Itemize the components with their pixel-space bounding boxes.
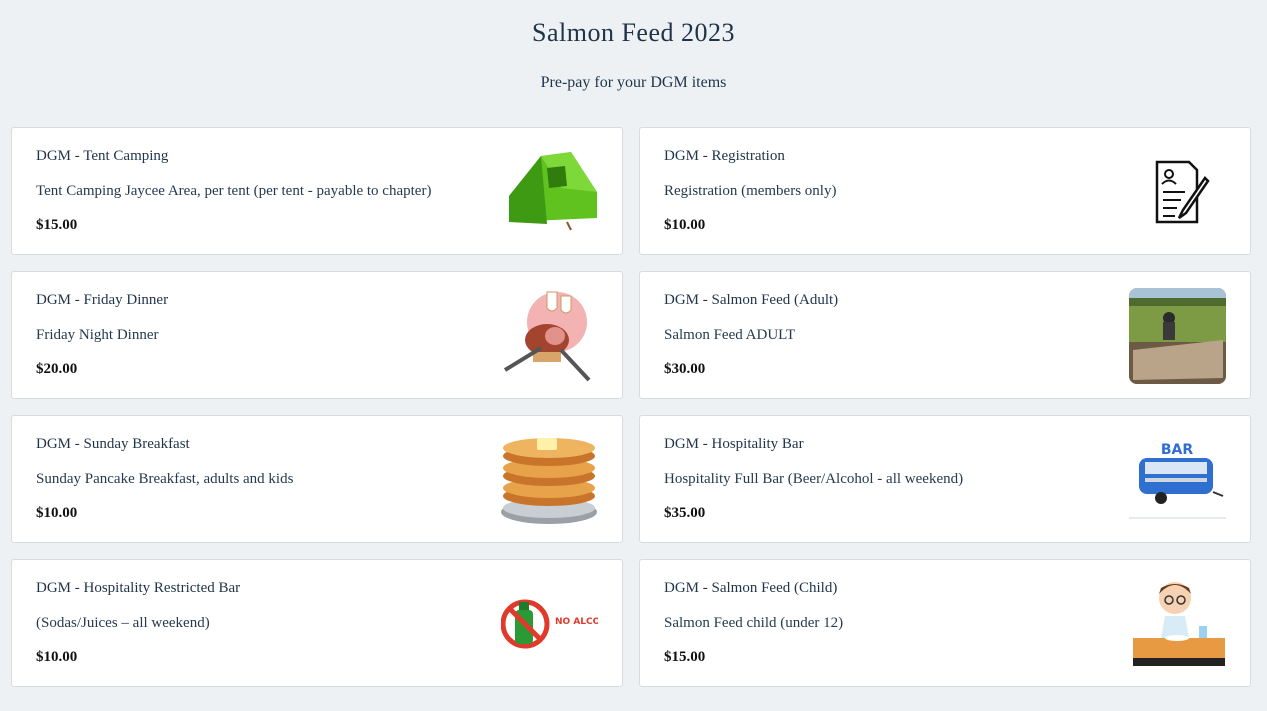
product-description: Tent Camping Jaycee Area, per tent (per …	[36, 183, 432, 199]
product-name: DGM - Hospitality Bar	[664, 436, 804, 452]
bar-sign-text: BAR	[1161, 442, 1194, 458]
product-price: $35.00	[664, 505, 706, 521]
child-eating-icon	[1129, 576, 1226, 672]
product-description: (Sodas/Juices – all weekend)	[36, 615, 210, 631]
product-card-registration[interactable]: DGM - Registration Registration (members…	[639, 127, 1251, 255]
product-name: DGM - Salmon Feed (Adult)	[664, 292, 839, 308]
product-name: DGM - Tent Camping	[36, 148, 169, 164]
product-description: Salmon Feed ADULT	[664, 327, 796, 343]
page: Salmon Feed 2023 Pre-pay for your DGM it…	[0, 0, 1267, 711]
product-description: Registration (members only)	[664, 183, 837, 199]
product-price: $15.00	[36, 217, 78, 233]
registration-form-icon	[1129, 144, 1226, 240]
product-card-salmon-feed-child[interactable]: DGM - Salmon Feed (Child) Salmon Feed ch…	[639, 559, 1251, 687]
product-name: DGM - Friday Dinner	[36, 292, 169, 308]
product-price: $10.00	[664, 217, 706, 233]
product-card-sunday-breakfast[interactable]: DGM - Sunday Breakfast Sunday Pancake Br…	[11, 415, 623, 543]
product-description: Salmon Feed child (under 12)	[664, 615, 844, 631]
product-card-tent-camping[interactable]: DGM - Tent Camping Tent Camping Jaycee A…	[11, 127, 623, 255]
product-card-hospitality-bar[interactable]: DGM - Hospitality Bar Hospitality Full B…	[639, 415, 1251, 543]
product-name: DGM - Sunday Breakfast	[36, 436, 190, 452]
product-name: DGM - Registration	[664, 148, 785, 164]
product-card-salmon-feed-adult[interactable]: DGM - Salmon Feed (Adult) Salmon Feed AD…	[639, 271, 1251, 399]
product-description: Sunday Pancake Breakfast, adults and kid…	[36, 471, 294, 487]
product-card-hospitality-restricted-bar[interactable]: DGM - Hospitality Restricted Bar (Sodas/…	[11, 559, 623, 687]
page-title: Salmon Feed 2023	[532, 18, 735, 47]
product-name: DGM - Salmon Feed (Child)	[664, 580, 838, 596]
product-price: $15.00	[664, 649, 706, 665]
product-description: Friday Night Dinner	[36, 327, 159, 343]
product-price: $30.00	[664, 361, 706, 377]
product-price: $20.00	[36, 361, 78, 377]
product-price: $10.00	[36, 649, 78, 665]
tent-icon	[501, 144, 598, 240]
product-grid: DGM - Tent Camping Tent Camping Jaycee A…	[11, 127, 1251, 687]
no-alcohol-text: NO ALCOHOL	[555, 617, 598, 627]
roast-dinner-icon	[501, 288, 598, 384]
product-description: Hospitality Full Bar (Beer/Alcohol - all…	[664, 471, 964, 487]
product-card-friday-dinner[interactable]: DGM - Friday Dinner Friday Night Dinner …	[11, 271, 623, 399]
no-alcohol-icon: NO ALCOHOL	[501, 576, 598, 672]
product-name: DGM - Hospitality Restricted Bar	[36, 580, 241, 596]
bar-trailer-icon: BAR	[1129, 432, 1226, 528]
product-price: $10.00	[36, 505, 78, 521]
pancakes-icon	[501, 432, 598, 528]
page-subtitle: Pre-pay for your DGM items	[540, 74, 727, 91]
salmon-grill-photo	[1129, 288, 1226, 384]
